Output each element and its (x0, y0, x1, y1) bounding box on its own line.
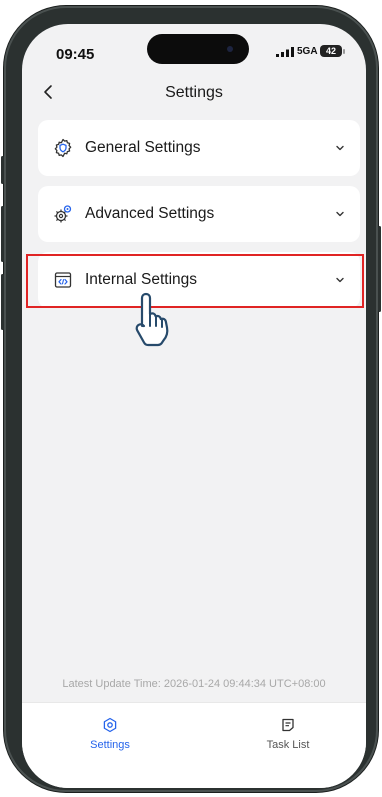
power-button (378, 226, 381, 312)
pointer-hand-icon (135, 292, 169, 347)
chevron-down-icon (336, 211, 344, 217)
screen: 09:45 5GA 42 Settings General Settings A… (22, 24, 366, 788)
code-window-icon (54, 272, 72, 288)
camera-dot (227, 46, 233, 52)
volume-up-button (1, 206, 4, 262)
menu-item-label: Internal Settings (85, 271, 198, 288)
phone-frame: 09:45 5GA 42 Settings General Settings A… (1, 6, 381, 792)
menu-item-label: Advanced Settings (85, 205, 215, 222)
mute-switch (1, 156, 4, 184)
menu-item-general-settings[interactable]: General Settings (38, 120, 360, 176)
menu-item-internal-settings[interactable]: Internal Settings (38, 252, 360, 308)
tab-label: Settings (90, 739, 130, 751)
gears-icon (54, 205, 72, 223)
dynamic-island (147, 34, 249, 64)
signal-icon (276, 47, 294, 57)
network-type: 5GA (297, 46, 318, 57)
menu-item-advanced-settings[interactable]: Advanced Settings (38, 186, 360, 242)
task-list-icon (282, 718, 294, 732)
tab-settings[interactable]: Settings (50, 717, 170, 751)
status-bar: 09:45 5GA 42 (22, 24, 366, 78)
page-title: Settings (165, 84, 223, 101)
settings-icon (103, 717, 117, 733)
battery-icon: 42 (320, 45, 342, 57)
tab-label: Task List (266, 739, 310, 751)
volume-down-button (1, 274, 4, 330)
battery-tip (343, 49, 345, 54)
menu-item-label: General Settings (85, 139, 201, 156)
chevron-down-icon (336, 145, 344, 151)
tab-bar: Settings Task List (22, 702, 366, 788)
chevron-down-icon (336, 277, 344, 283)
latest-update-time: Latest Update Time: 2026-01-24 09:44:34 … (62, 678, 326, 690)
nav-bar: Settings (22, 78, 366, 108)
status-time: 09:45 (56, 46, 95, 63)
tab-task-list[interactable]: Task List (228, 717, 348, 751)
gear-shield-icon (54, 138, 72, 158)
